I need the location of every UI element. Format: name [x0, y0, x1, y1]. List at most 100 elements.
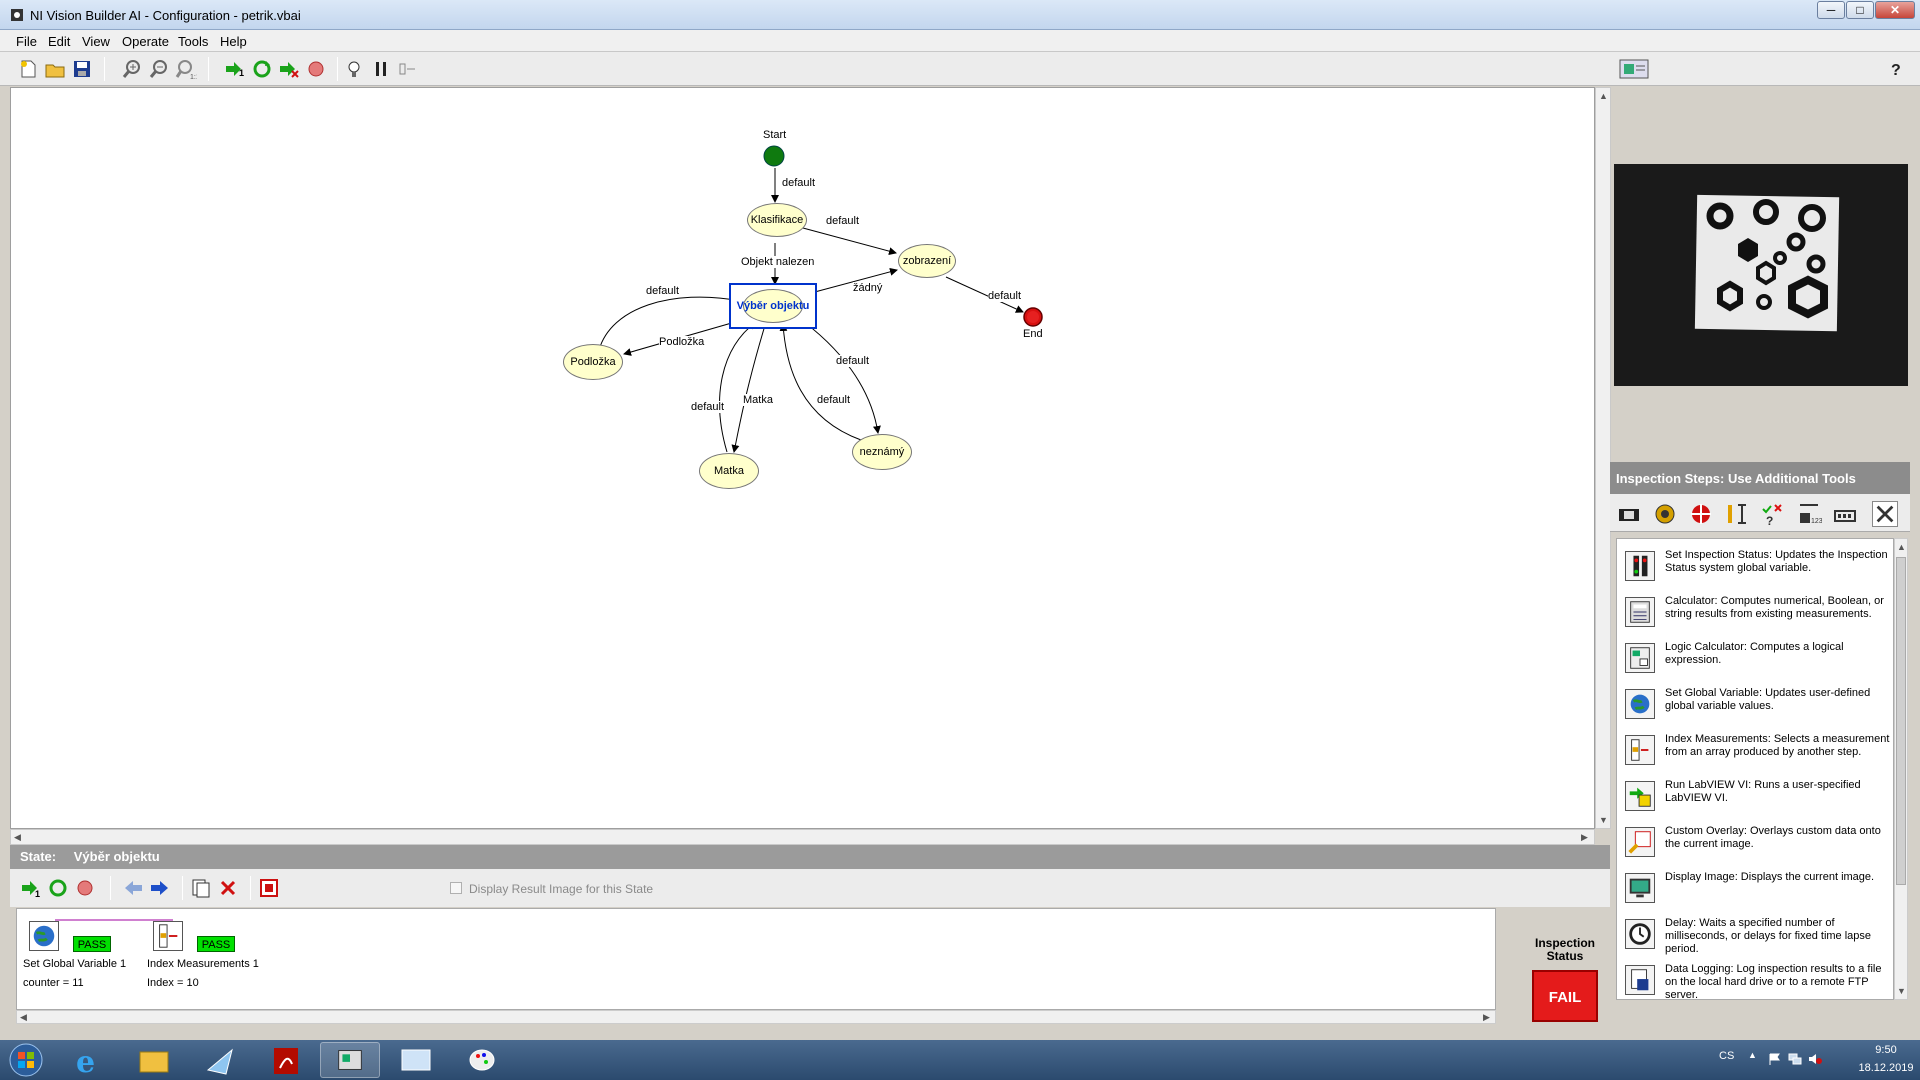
label-vyber-nezn: default [836, 355, 870, 367]
step-set-global-variable[interactable]: Set Global Variable: Updates user-define… [1621, 685, 1891, 731]
step-delay[interactable]: Delay: Waits a specified number of milli… [1621, 915, 1891, 961]
additional-tools-icon[interactable] [1872, 501, 1898, 527]
run-to-end-icon[interactable] [278, 58, 300, 80]
move-right-icon[interactable] [149, 877, 171, 899]
clock-date[interactable]: 18.12.2019 [1846, 1062, 1920, 1074]
logic-calculator-icon [1625, 643, 1655, 673]
scroll-thumb[interactable] [1896, 557, 1906, 885]
highlight-icon[interactable] [343, 58, 365, 80]
step-set-inspection-status[interactable]: Set Inspection Status: Updates the Inspe… [1621, 547, 1891, 593]
inspection-image[interactable] [1614, 164, 1908, 386]
measure-features-icon[interactable] [1724, 501, 1750, 527]
file-explorer-icon[interactable] [124, 1042, 184, 1078]
zoom-in-icon[interactable] [121, 58, 143, 80]
transition-klas-zobr [802, 227, 897, 256]
pause-icon[interactable] [370, 58, 392, 80]
save-icon[interactable] [71, 58, 93, 80]
inspection-steps-list[interactable]: Set Inspection Status: Updates the Inspe… [1616, 538, 1894, 1000]
scroll-right-icon[interactable]: ▶ [1483, 1012, 1490, 1023]
state-podlozka[interactable]: Podložka [563, 344, 623, 380]
scroll-left-icon[interactable]: ◀ [14, 832, 21, 843]
menu-edit[interactable]: Edit [48, 34, 70, 49]
end-node[interactable] [1022, 306, 1044, 328]
maximize-button[interactable]: □ [1846, 1, 1874, 19]
language-indicator[interactable]: CS [1719, 1050, 1734, 1062]
step-properties-icon[interactable] [258, 877, 280, 899]
state-steps-scrollbar[interactable]: ◀ ▶ [16, 1010, 1496, 1024]
network-icon[interactable] [1788, 1052, 1802, 1066]
step-logic-calculator[interactable]: Logic Calculator: Computes a logical exp… [1621, 639, 1891, 685]
check-presence-icon[interactable]: ? [1760, 501, 1786, 527]
menu-tools[interactable]: Tools [178, 34, 208, 49]
step-description: Custom Overlay: Overlays custom data ont… [1665, 825, 1881, 850]
help-icon[interactable]: ? [1885, 58, 1907, 80]
open-folder-icon[interactable] [44, 58, 66, 80]
canvas-vertical-scrollbar[interactable]: ▲ ▼ [1595, 87, 1611, 829]
main-toolbar: 1:1 1 ? [0, 52, 1920, 86]
run-continuous-icon[interactable] [47, 877, 69, 899]
label-klas-vyber: Objekt nalezen [741, 256, 815, 268]
menu-operate[interactable]: Operate [122, 34, 169, 49]
scroll-down-icon[interactable]: ▼ [1897, 986, 1906, 996]
step-display-image[interactable]: Display Image: Displays the current imag… [1621, 869, 1891, 915]
state-zobrazeni[interactable]: zobrazení [898, 244, 956, 278]
display-result-checkbox[interactable] [450, 882, 462, 894]
minimize-button[interactable]: ─ [1817, 1, 1845, 19]
canvas-horizontal-scrollbar[interactable]: ◀ ▶ [10, 829, 1595, 845]
step-run-labview-vi[interactable]: Run LabVIEW VI: Runs a user-specified La… [1621, 777, 1891, 823]
state-steps-area[interactable]: PASS Set Global Variable 1 counter = 11 … [16, 908, 1496, 1010]
delete-step-icon[interactable] [217, 877, 239, 899]
menu-file[interactable]: File [16, 34, 37, 49]
state-vyber-selection[interactable]: Výběr objektu [729, 283, 817, 329]
start-button-icon[interactable] [6, 1042, 46, 1078]
scroll-left-icon[interactable]: ◀ [20, 1012, 27, 1023]
window-icon[interactable] [386, 1042, 446, 1078]
vision-builder-icon[interactable] [320, 1042, 380, 1078]
identify-parts-icon[interactable]: 123 [1796, 501, 1822, 527]
image-view-icon[interactable] [1618, 58, 1650, 80]
scroll-down-icon[interactable]: ▼ [1599, 815, 1608, 825]
state-neznamy[interactable]: neznámý [852, 434, 912, 470]
step-icon[interactable] [397, 58, 419, 80]
copy-step-icon[interactable] [190, 877, 212, 899]
step-detail: Index = 10 [147, 977, 199, 989]
volume-muted-icon[interactable] [1808, 1052, 1822, 1066]
run-once-icon[interactable]: 1 [20, 877, 42, 899]
state-klasifikace[interactable]: Klasifikace [747, 203, 807, 237]
acquire-image-icon[interactable] [1616, 501, 1642, 527]
step-data-logging[interactable]: Data Logging: Log inspection results to … [1621, 961, 1891, 999]
acrobat-icon[interactable] [256, 1042, 316, 1078]
vision-app-icon[interactable] [190, 1042, 250, 1078]
step-calculator[interactable]: Calculator: Computes numerical, Boolean,… [1621, 593, 1891, 639]
internet-explorer-icon[interactable]: e [58, 1042, 118, 1078]
stop-icon[interactable] [74, 877, 96, 899]
enhance-image-icon[interactable] [1652, 501, 1678, 527]
state-diagram-canvas[interactable]: Start Klasifikace zobrazení Výběr objekt… [10, 87, 1595, 829]
paint-icon[interactable] [452, 1042, 512, 1078]
steps-list-scrollbar[interactable]: ▲ ▼ [1894, 538, 1908, 1000]
new-file-icon[interactable] [17, 58, 39, 80]
zoom-out-icon[interactable] [148, 58, 170, 80]
run-once-icon[interactable]: 1 [224, 58, 246, 80]
state-matka[interactable]: Matka [699, 453, 759, 489]
close-button[interactable]: ✕ [1875, 1, 1915, 19]
scroll-right-icon[interactable]: ▶ [1581, 832, 1588, 843]
flag-icon[interactable] [1768, 1052, 1782, 1066]
clock-time[interactable]: 9:50 [1862, 1044, 1910, 1056]
zoom-fit-icon[interactable]: 1:1 [175, 58, 197, 80]
scroll-up-icon[interactable]: ▲ [1599, 91, 1608, 101]
step-set-global-variable-1[interactable] [29, 921, 59, 951]
step-custom-overlay[interactable]: Custom Overlay: Overlays custom data ont… [1621, 823, 1891, 869]
menu-help[interactable]: Help [220, 34, 247, 49]
move-left-icon[interactable] [122, 877, 144, 899]
step-index-measurements-1[interactable] [153, 921, 183, 951]
step-index-measurements[interactable]: Index Measurements: Selects a measuremen… [1621, 731, 1891, 777]
menu-view[interactable]: View [82, 34, 110, 49]
run-continuous-icon[interactable] [251, 58, 273, 80]
locate-features-icon[interactable] [1688, 501, 1714, 527]
start-node[interactable] [762, 144, 788, 170]
scroll-up-icon[interactable]: ▲ [1897, 542, 1906, 552]
communicate-icon[interactable] [1832, 501, 1858, 527]
stop-icon[interactable] [305, 58, 327, 80]
show-hidden-icons-icon[interactable]: ▲ [1748, 1050, 1757, 1060]
